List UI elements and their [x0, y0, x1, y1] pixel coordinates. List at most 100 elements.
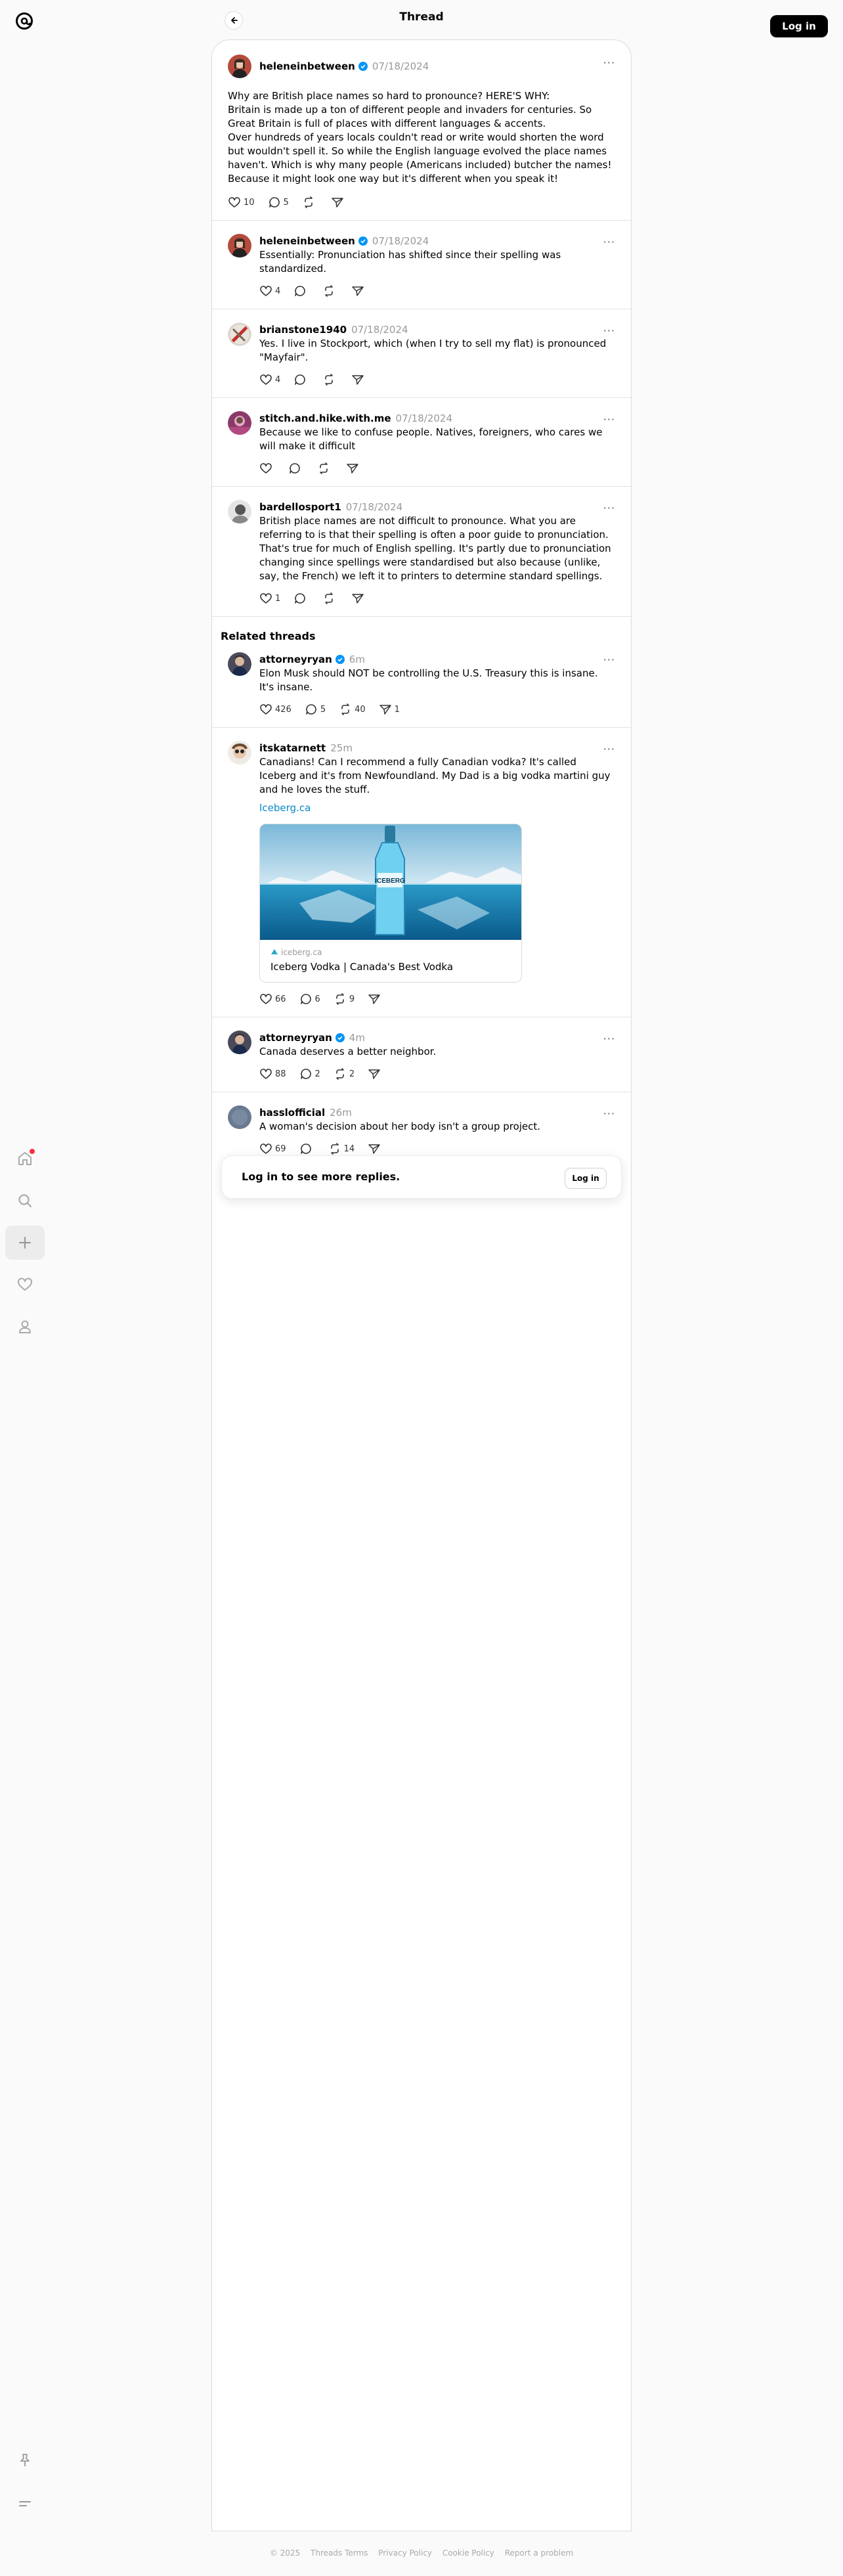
- share-button[interactable]: [351, 592, 367, 605]
- share-count: 1: [394, 704, 400, 715]
- repost-button[interactable]: 9: [334, 992, 355, 1006]
- reply-button[interactable]: [293, 592, 309, 605]
- more-options-icon[interactable]: ···: [603, 413, 615, 426]
- share-button[interactable]: [351, 373, 367, 386]
- heart-icon: [260, 994, 272, 1004]
- share-button[interactable]: [368, 1142, 383, 1155]
- login-prompt-button[interactable]: Log in: [565, 1168, 607, 1189]
- footer-link-privacy[interactable]: Privacy Policy: [378, 2548, 432, 2558]
- reply-button[interactable]: [293, 373, 309, 386]
- repost-button[interactable]: 40: [339, 703, 366, 716]
- more-options-icon[interactable]: ···: [603, 502, 615, 514]
- username[interactable]: bardellosport1: [259, 501, 341, 513]
- repost-button[interactable]: [302, 196, 318, 209]
- related-post[interactable]: ··· attorneyryan 6m Elon Musk should NOT…: [212, 646, 631, 728]
- username[interactable]: attorneyryan: [259, 1032, 332, 1044]
- avatar[interactable]: [228, 411, 251, 435]
- threads-logo-icon[interactable]: [12, 9, 37, 33]
- share-button[interactable]: [351, 284, 367, 298]
- avatar[interactable]: [228, 652, 251, 676]
- heart-icon: [260, 704, 272, 715]
- reply-post[interactable]: ··· bardellosport1 07/18/2024 British pl…: [212, 487, 631, 617]
- reply-button[interactable]: 2: [299, 1067, 320, 1080]
- username[interactable]: attorneyryan: [259, 654, 332, 665]
- reply-button[interactable]: [299, 1142, 315, 1155]
- reply-count: 5: [320, 704, 326, 715]
- like-count: 69: [275, 1144, 286, 1154]
- username[interactable]: stitch.and.hike.with.me: [259, 412, 391, 424]
- reply-button[interactable]: [293, 284, 309, 298]
- footer-link-terms[interactable]: Threads Terms: [311, 2548, 368, 2558]
- share-button[interactable]: [331, 196, 347, 209]
- repost-button[interactable]: [317, 462, 333, 475]
- like-button[interactable]: 69: [259, 1142, 286, 1155]
- related-post[interactable]: ··· attorneyryan 4m Canada deserves a be…: [212, 1017, 631, 1092]
- avatar[interactable]: [228, 500, 251, 523]
- like-button[interactable]: [259, 462, 275, 475]
- profile-icon[interactable]: [5, 1310, 45, 1344]
- like-button[interactable]: 88: [259, 1067, 286, 1080]
- footer-link-report[interactable]: Report a problem: [505, 2548, 573, 2558]
- more-options-icon[interactable]: ···: [603, 743, 615, 755]
- verified-badge-icon: [358, 62, 368, 71]
- share-button[interactable]: [368, 1067, 383, 1080]
- more-options-icon[interactable]: ···: [603, 56, 615, 69]
- login-button[interactable]: Log in: [770, 15, 828, 37]
- username[interactable]: itskatarnett: [259, 742, 326, 754]
- avatar[interactable]: [228, 234, 251, 257]
- main-post[interactable]: heleneinbetween 07/18/2024 ··· Why are B…: [212, 40, 631, 221]
- avatar[interactable]: [228, 1031, 251, 1054]
- create-icon[interactable]: [5, 1226, 45, 1260]
- like-button[interactable]: 4: [259, 373, 280, 386]
- link-preview-card[interactable]: ICEBERG iceberg.ca Iceberg Vodka | Canad…: [259, 824, 522, 983]
- like-button[interactable]: 426: [259, 703, 292, 716]
- avatar[interactable]: [228, 55, 251, 78]
- comment-icon: [295, 286, 306, 296]
- pin-icon[interactable]: [5, 2443, 45, 2477]
- more-options-icon[interactable]: ···: [603, 1107, 615, 1120]
- like-button[interactable]: 1: [259, 592, 280, 605]
- reply-post[interactable]: ··· brianstone1940 07/18/2024 Yes. I liv…: [212, 309, 631, 398]
- repost-button[interactable]: [322, 592, 338, 605]
- like-button[interactable]: 4: [259, 284, 280, 298]
- repost-button[interactable]: 2: [334, 1067, 355, 1080]
- rail-nav: [5, 1142, 45, 1352]
- username[interactable]: heleneinbetween: [259, 60, 355, 72]
- repost-button[interactable]: [322, 284, 338, 298]
- reply-post[interactable]: ··· stitch.and.hike.with.me 07/18/2024 B…: [212, 398, 631, 487]
- reply-count: 5: [283, 197, 289, 208]
- menu-icon[interactable]: [5, 2487, 45, 2521]
- post-link[interactable]: Iceberg.ca: [259, 802, 615, 814]
- post-text: British place names are not difficult to…: [259, 515, 611, 582]
- site-favicon-icon: [271, 949, 278, 954]
- like-button[interactable]: 66: [259, 992, 286, 1006]
- more-options-icon[interactable]: ···: [603, 324, 615, 337]
- more-options-icon[interactable]: ···: [603, 654, 615, 666]
- related-post[interactable]: ··· itskatarnett 25m Canadians! Can I re…: [212, 728, 631, 1017]
- share-button[interactable]: [346, 462, 362, 475]
- username[interactable]: heleneinbetween: [259, 235, 355, 247]
- like-button[interactable]: 10: [228, 196, 255, 209]
- reply-button[interactable]: 6: [299, 992, 320, 1006]
- repost-button[interactable]: [322, 373, 338, 386]
- username[interactable]: brianstone1940: [259, 324, 347, 336]
- avatar[interactable]: [228, 741, 251, 765]
- more-options-icon[interactable]: ···: [603, 1033, 615, 1045]
- login-prompt-text: Log in to see more replies.: [242, 1170, 400, 1183]
- reply-post[interactable]: ··· heleneinbetween 07/18/2024 Essential…: [212, 221, 631, 309]
- reply-button[interactable]: [288, 462, 304, 475]
- share-button[interactable]: [368, 992, 383, 1006]
- footer-link-cookies[interactable]: Cookie Policy: [443, 2548, 494, 2558]
- share-button[interactable]: 1: [379, 703, 400, 716]
- home-icon[interactable]: [5, 1142, 45, 1176]
- link-domain: iceberg.ca: [270, 948, 511, 957]
- username[interactable]: hasslofficial: [259, 1107, 325, 1119]
- reply-button[interactable]: 5: [305, 703, 326, 716]
- repost-button[interactable]: 14: [328, 1142, 355, 1155]
- avatar[interactable]: [228, 322, 251, 346]
- avatar[interactable]: [228, 1105, 251, 1129]
- reply-button[interactable]: 5: [268, 196, 289, 209]
- more-options-icon[interactable]: ···: [603, 236, 615, 248]
- heart-icon[interactable]: [5, 1268, 45, 1302]
- search-icon[interactable]: [5, 1184, 45, 1218]
